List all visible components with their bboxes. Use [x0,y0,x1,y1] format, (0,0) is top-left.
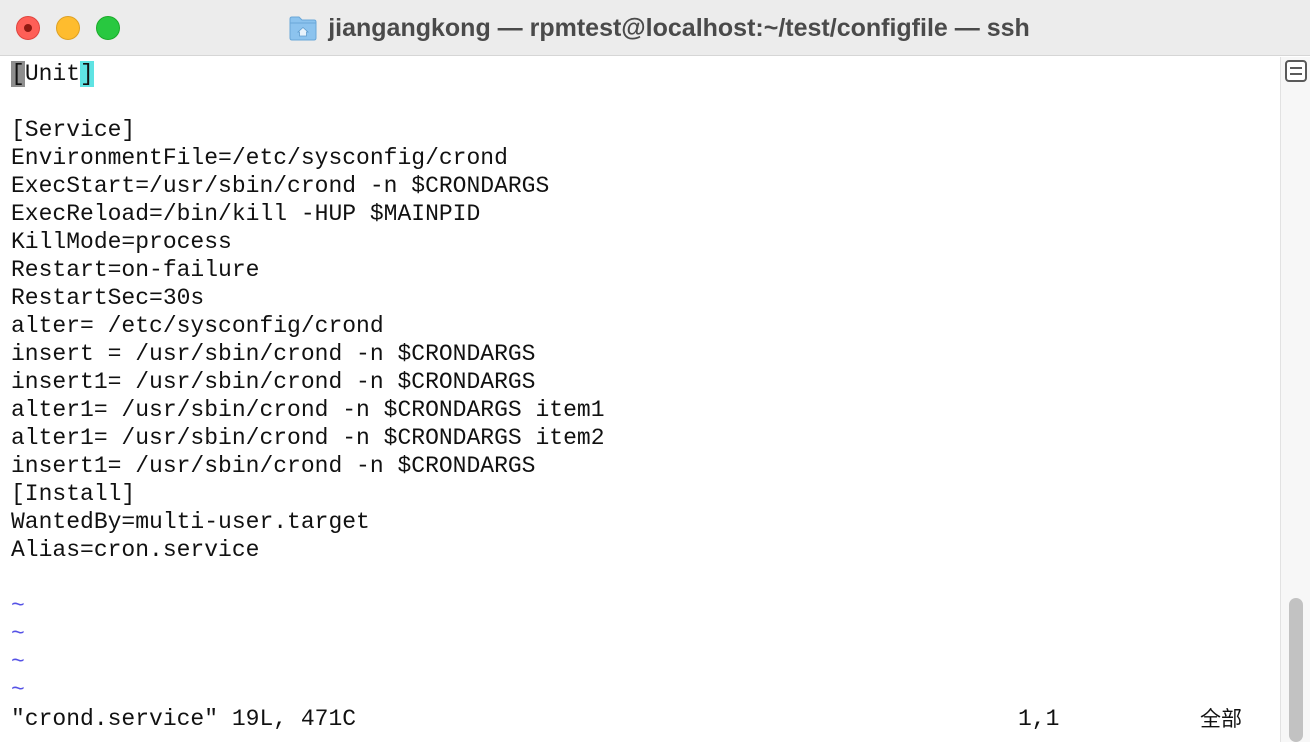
editor-line-17: WantedBy=multi-user.target [11,509,370,535]
status-file-info: "crond.service" 19L, 471C [11,706,357,732]
status-cursor-position: 1,1 [1018,706,1060,732]
editor-line-3: [Service] [11,117,136,143]
editor-line-18: Alias=cron.service [11,537,260,563]
title-bar[interactable]: jiangangkong — rpmtest@localhost:~/test/… [0,0,1310,56]
editor-line-15: insert1= /usr/sbin/crond -n $CRONDARGS [11,453,536,479]
editor-line-12: insert1= /usr/sbin/crond -n $CRONDARGS [11,369,536,395]
editor-line-6: ExecReload=/bin/kill -HUP $MAINPID [11,201,481,227]
status-scroll-indicator: 全部 [1200,707,1242,731]
tilde-marker: ~ [11,649,25,675]
editor-line-16: [Install] [11,481,136,507]
window-title: jiangangkong — rpmtest@localhost:~/test/… [328,13,1030,42]
text-cursor: [ [11,61,25,87]
vim-editor[interactable]: [Unit] [Service] EnvironmentFile=/etc/sys… [0,57,1280,742]
vertical-scrollbar[interactable] [1280,57,1310,742]
terminal-window: jiangangkong — rpmtest@localhost:~/test/… [0,0,1310,742]
scroll-thumb[interactable] [1289,598,1303,742]
split-view-icon[interactable] [1285,60,1307,82]
tilde-marker: ~ [11,593,25,619]
unit-section-text: Unit [24,61,81,87]
editor-line-7: KillMode=process [11,229,232,255]
editor-line-5: ExecStart=/usr/sbin/crond -n $CRONDARGS [11,173,550,199]
editor-line-8: Restart=on-failure [11,257,260,283]
editor-line-1: [Unit] [11,60,94,88]
editor-line-14: alter1= /usr/sbin/crond -n $CRONDARGS it… [11,425,605,451]
bracket-match: ] [80,61,94,87]
tilde-marker: ~ [11,677,25,703]
editor-line-4: EnvironmentFile=/etc/sysconfig/crond [11,145,508,171]
window-title-area: jiangangkong — rpmtest@localhost:~/test/… [0,0,1310,56]
editor-line-13: alter1= /usr/sbin/crond -n $CRONDARGS it… [11,397,605,423]
home-folder-icon [289,16,317,41]
tilde-marker: ~ [11,621,25,647]
editor-line-9: RestartSec=30s [11,285,205,311]
editor-line-11: insert = /usr/sbin/crond -n $CRONDARGS [11,341,536,367]
editor-line-10: alter= /etc/sysconfig/crond [11,313,384,339]
